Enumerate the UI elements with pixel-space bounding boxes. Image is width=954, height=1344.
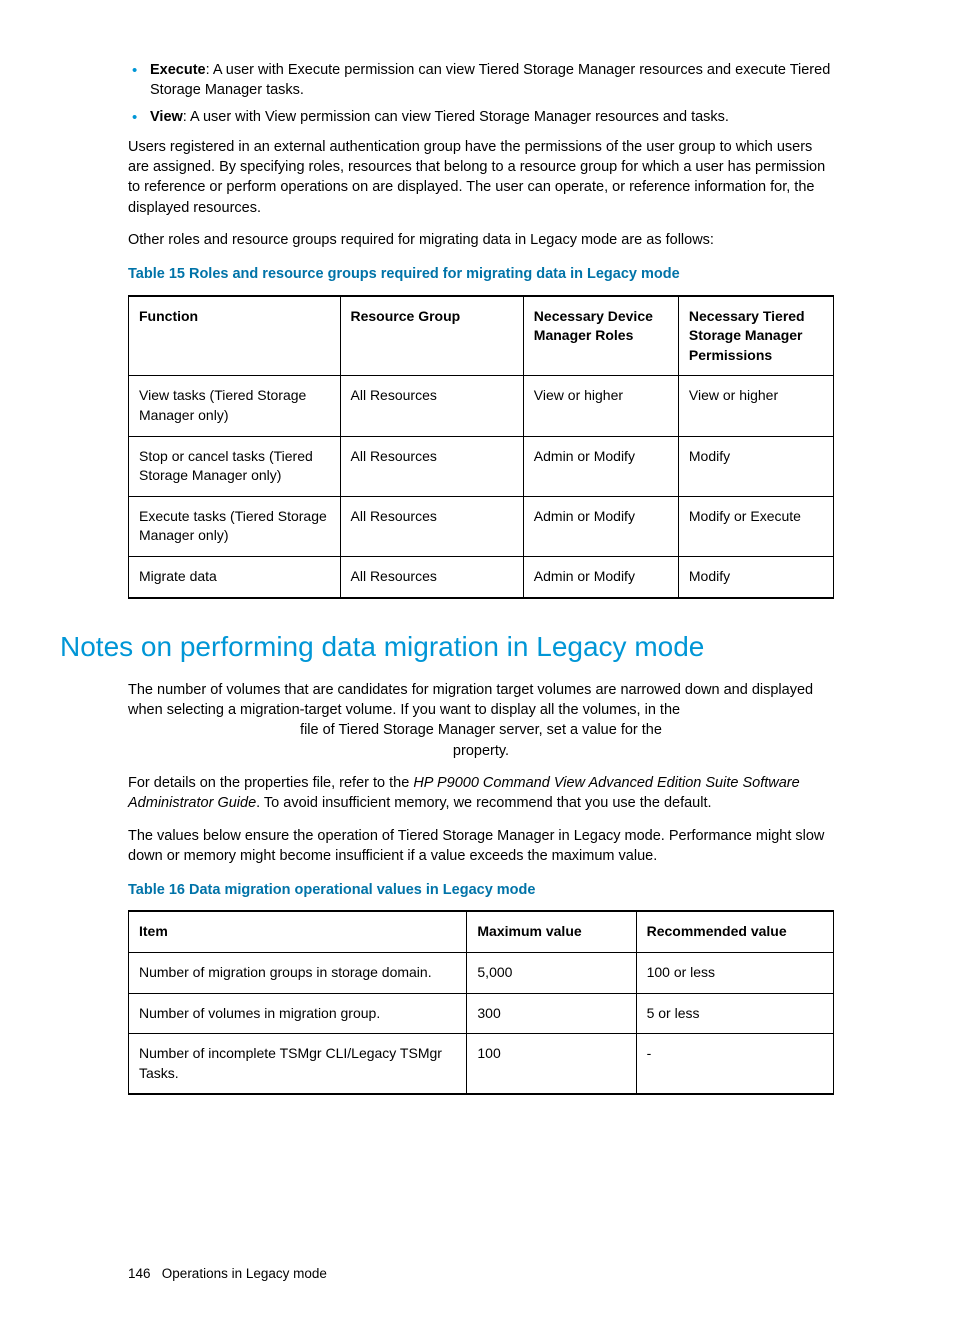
bullet-term: Execute xyxy=(150,62,206,78)
table-row: Number of volumes in migration group. 30… xyxy=(129,993,834,1034)
table-cell: All Resources xyxy=(340,496,523,556)
table-row: Stop or cancel tasks (Tiered Storage Man… xyxy=(129,436,834,496)
table-cell: Number of incomplete TSMgr CLI/Legacy TS… xyxy=(129,1034,467,1095)
table-header: Maximum value xyxy=(467,911,636,952)
list-item: Execute: A user with Execute permission … xyxy=(150,60,834,101)
table-cell: 5 or less xyxy=(636,993,833,1034)
table-15-caption: Table 15 Roles and resource groups requi… xyxy=(128,264,834,284)
footer-section: Operations in Legacy mode xyxy=(162,1266,327,1281)
table-row: Number of migration groups in storage do… xyxy=(129,953,834,994)
bullet-list: Execute: A user with Execute permission … xyxy=(128,60,834,127)
text-fragment: . To avoid insufficient memory, we recom… xyxy=(256,795,711,811)
table-row: Migrate data All Resources Admin or Modi… xyxy=(129,557,834,598)
table-cell: 100 xyxy=(467,1034,636,1095)
table-cell: All Resources xyxy=(340,376,523,436)
table-cell: Admin or Modify xyxy=(523,436,678,496)
paragraph: The number of volumes that are candidate… xyxy=(128,680,834,761)
table-cell: Execute tasks (Tiered Storage Manager on… xyxy=(129,496,341,556)
table-cell: Number of migration groups in storage do… xyxy=(129,953,467,994)
table-cell: Modify xyxy=(678,557,833,598)
table-cell: View or higher xyxy=(678,376,833,436)
paragraph: The values below ensure the operation of… xyxy=(128,826,834,867)
table-cell: Number of volumes in migration group. xyxy=(129,993,467,1034)
table-cell: All Resources xyxy=(340,557,523,598)
text-fragment: The number of volumes that are candidate… xyxy=(128,682,813,718)
table-cell: 5,000 xyxy=(467,953,636,994)
table-header: Recommended value xyxy=(636,911,833,952)
table-header: Necessary Tiered Storage Manager Permiss… xyxy=(678,296,833,376)
table-cell: View tasks (Tiered Storage Manager only) xyxy=(129,376,341,436)
table-cell: Modify xyxy=(678,436,833,496)
bullet-term: View xyxy=(150,109,183,125)
bullet-text: : A user with View permission can view T… xyxy=(183,109,729,125)
bullet-text: : A user with Execute permission can vie… xyxy=(150,62,830,98)
table-15: Function Resource Group Necessary Device… xyxy=(128,295,834,599)
table-row: View tasks (Tiered Storage Manager only)… xyxy=(129,376,834,436)
text-fragment: file of Tiered Storage Manager server, s… xyxy=(300,722,662,738)
table-cell: Stop or cancel tasks (Tiered Storage Man… xyxy=(129,436,341,496)
table-cell: Admin or Modify xyxy=(523,496,678,556)
table-cell: All Resources xyxy=(340,436,523,496)
table-cell: - xyxy=(636,1034,833,1095)
section-heading: Notes on performing data migration in Le… xyxy=(60,627,834,666)
table-cell: 100 or less xyxy=(636,953,833,994)
table-cell: Migrate data xyxy=(129,557,341,598)
paragraph: For details on the properties file, refe… xyxy=(128,773,834,814)
text-fragment: property. xyxy=(453,743,509,759)
table-header: Item xyxy=(129,911,467,952)
table-16: Item Maximum value Recommended value Num… xyxy=(128,910,834,1095)
table-row: Number of incomplete TSMgr CLI/Legacy TS… xyxy=(129,1034,834,1095)
table-cell: Modify or Execute xyxy=(678,496,833,556)
paragraph: Users registered in an external authenti… xyxy=(128,137,834,218)
table-header: Necessary Device Manager Roles xyxy=(523,296,678,376)
list-item: View: A user with View permission can vi… xyxy=(150,107,834,127)
text-fragment: For details on the properties file, refe… xyxy=(128,775,413,791)
table-cell: Admin or Modify xyxy=(523,557,678,598)
page-footer: 146 Operations in Legacy mode xyxy=(60,1265,834,1284)
table-16-caption: Table 16 Data migration operational valu… xyxy=(128,880,834,900)
table-row: Execute tasks (Tiered Storage Manager on… xyxy=(129,496,834,556)
table-cell: 300 xyxy=(467,993,636,1034)
page-number: 146 xyxy=(128,1266,151,1281)
table-cell: View or higher xyxy=(523,376,678,436)
table-header-row: Item Maximum value Recommended value xyxy=(129,911,834,952)
paragraph: Other roles and resource groups required… xyxy=(128,230,834,250)
table-header: Resource Group xyxy=(340,296,523,376)
table-header-row: Function Resource Group Necessary Device… xyxy=(129,296,834,376)
table-header: Function xyxy=(129,296,341,376)
